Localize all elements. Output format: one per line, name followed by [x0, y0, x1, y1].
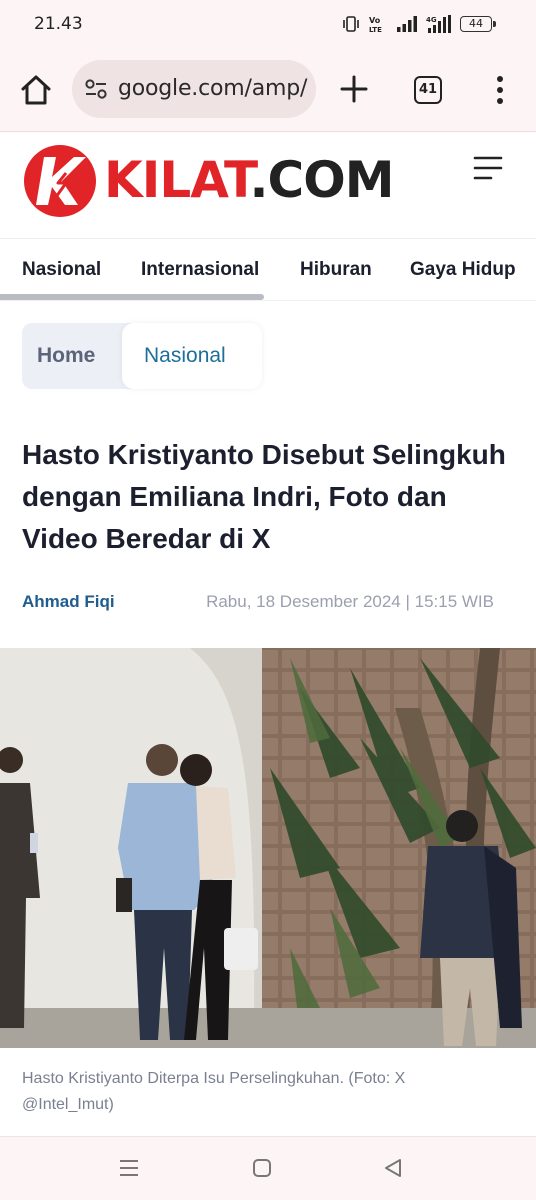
url-text: google.com/amp/	[118, 76, 308, 101]
tune-icon[interactable]	[84, 78, 108, 100]
vibrate-icon	[343, 16, 359, 32]
recents-icon[interactable]	[118, 1159, 140, 1177]
system-nav-bar	[0, 1136, 536, 1200]
plus-icon[interactable]	[339, 74, 369, 104]
status-time: 21.43	[34, 14, 83, 34]
breadcrumb: Home Nasional	[22, 323, 262, 389]
logo-kilat: KILAT	[104, 151, 251, 209]
svg-text:Vo: Vo	[369, 16, 381, 25]
status-bar: 21.43 Vo LTE 4G 44	[0, 0, 536, 48]
article-author[interactable]: Ahmad Fiqi	[22, 592, 115, 612]
svg-text:4G: 4G	[426, 16, 437, 24]
signal-4g-icon: 4G	[426, 15, 451, 33]
status-icons: Vo LTE 4G 44	[342, 14, 496, 34]
article-headline: Hasto Kristiyanto Disebut Selingkuh deng…	[22, 439, 506, 554]
volte-icon: Vo LTE	[369, 16, 382, 33]
site-logo-text[interactable]: KILAT.COM	[104, 147, 394, 213]
category-gaya-hidup[interactable]: Gaya Hidup	[410, 259, 516, 281]
logo-com: .COM	[249, 151, 395, 209]
kilat-logo-icon[interactable]	[22, 143, 98, 219]
article-date: Rabu, 18 Desember 2024 | 15:15 WIB	[206, 592, 494, 611]
site-header: KILAT.COM	[0, 133, 536, 239]
more-vert-icon[interactable]	[490, 74, 510, 106]
back-icon[interactable]	[382, 1157, 404, 1179]
category-hiburan[interactable]: Hiburan	[300, 259, 372, 281]
category-scrollbar[interactable]	[0, 294, 264, 300]
breadcrumb-nasional[interactable]: Nasional	[122, 323, 262, 389]
battery-icon: 44	[460, 16, 496, 32]
category-nav: Nasional Internasional Hiburan Gaya Hidu…	[0, 239, 536, 301]
article-photo[interactable]	[0, 648, 536, 1048]
signal-icon	[397, 16, 417, 32]
photo-illustration	[0, 648, 536, 1048]
svg-text:LTE: LTE	[369, 26, 382, 33]
category-nasional[interactable]: Nasional	[22, 259, 101, 281]
hamburger-icon[interactable]	[473, 155, 503, 181]
category-internasional[interactable]: Internasional	[141, 259, 259, 281]
address-bar[interactable]: google.com/amp/	[72, 60, 316, 118]
nav-home-icon[interactable]	[252, 1158, 272, 1178]
tab-switcher-button[interactable]: 41	[414, 76, 442, 104]
home-icon[interactable]	[18, 72, 54, 108]
browser-toolbar: google.com/amp/ 41	[0, 48, 536, 132]
photo-caption: Hasto Kristiyanto Diterpa Isu Perselingk…	[22, 1070, 406, 1113]
